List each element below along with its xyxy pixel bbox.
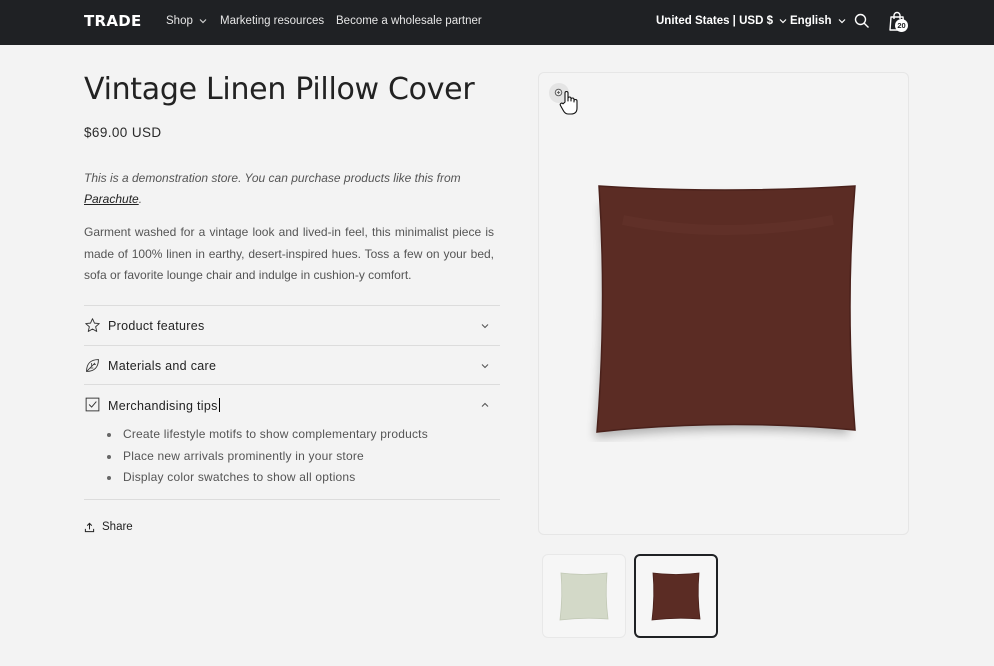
checkbox-icon	[85, 397, 100, 412]
accordion-materials-care[interactable]: Materials and care	[84, 345, 500, 385]
share-button[interactable]: Share	[84, 521, 133, 533]
pillow-thumbnail-image	[559, 572, 609, 621]
accordion-divider	[84, 499, 500, 500]
text-cursor	[218, 398, 220, 412]
language-selector[interactable]: English	[790, 15, 847, 27]
demo-period: .	[138, 192, 143, 206]
nav-wholesale-partner[interactable]: Become a wholesale partner	[336, 15, 482, 27]
nav-shop[interactable]: Shop	[166, 15, 208, 27]
country-label: United States | USD $	[656, 15, 773, 27]
product-price: $69.00 USD	[84, 125, 162, 140]
chevron-down-icon	[838, 19, 845, 24]
list-item: Create lifestyle motifs to show compleme…	[107, 424, 428, 446]
chevron-down-icon	[779, 19, 787, 24]
chevron-down-icon	[481, 324, 489, 329]
list-item: Display color swatches to show all optio…	[107, 467, 428, 489]
country-selector[interactable]: United States | USD $	[656, 15, 788, 27]
thumbnail-sage[interactable]	[542, 554, 626, 638]
accordion-label-text: Merchandising tips	[108, 399, 218, 413]
list-item: Place new arrivals prominently in your s…	[107, 446, 428, 468]
nav-marketing-label: Marketing resources	[220, 15, 325, 27]
product-image	[595, 185, 856, 438]
accordion-label: Product features	[108, 319, 205, 333]
store-logo[interactable]: TRADE	[84, 12, 142, 30]
nav-wholesale-label: Become a wholesale partner	[336, 15, 482, 27]
accordion-label: Merchandising tips	[108, 398, 220, 413]
product-title: Vintage Linen Pillow Cover	[84, 72, 475, 107]
hand-pointer-icon	[559, 91, 578, 115]
accordion-merchandising-tips[interactable]: Merchandising tips	[84, 384, 500, 424]
share-label: Share	[102, 521, 133, 533]
leaf-icon	[86, 359, 99, 372]
chevron-down-icon	[199, 19, 207, 24]
nav-marketing-resources[interactable]: Marketing resources	[220, 15, 324, 27]
pillow-thumbnail-image	[651, 572, 701, 621]
chevron-down-icon	[481, 364, 489, 369]
nav-shop-label: Shop	[166, 15, 193, 27]
demo-notice: This is a demonstration store. You can p…	[84, 168, 464, 210]
accordion-product-features[interactable]: Product features	[84, 305, 500, 345]
language-label: English	[790, 15, 832, 27]
product-description: Garment washed for a vintage look and li…	[84, 225, 494, 282]
search-icon[interactable]	[853, 12, 871, 30]
site-header: TRADE Shop Marketing resources Become a …	[0, 0, 994, 45]
thumbnail-brown[interactable]	[634, 554, 718, 638]
merchandising-tips-list: Create lifestyle motifs to show compleme…	[107, 424, 428, 489]
demo-text: This is a demonstration store. You can p…	[84, 171, 461, 185]
cart-count-badge: 20	[895, 19, 908, 32]
chevron-up-icon	[481, 402, 489, 407]
star-icon	[85, 318, 100, 332]
parachute-link[interactable]: Parachute	[84, 192, 139, 206]
accordion-label: Materials and care	[108, 359, 217, 373]
share-icon	[84, 522, 95, 532]
